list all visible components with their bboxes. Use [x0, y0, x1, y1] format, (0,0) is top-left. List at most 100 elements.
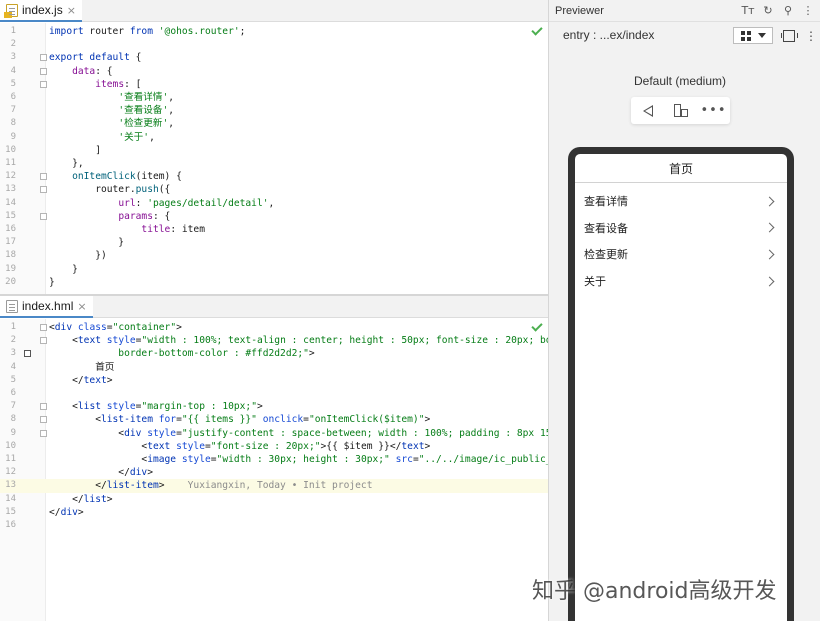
code-line[interactable]: 1 import router from '@ohos.router';: [0, 25, 548, 38]
tab-label: index.hml: [22, 299, 74, 313]
code-text: </text>: [49, 374, 113, 386]
code-line[interactable]: 12 </div>: [0, 466, 548, 479]
code-text: <text style="width : 100%; text-align : …: [49, 335, 548, 347]
fold-marker-icon[interactable]: [40, 186, 47, 194]
code-line[interactable]: 20}: [0, 276, 548, 289]
code-text: </list>: [49, 493, 113, 505]
code-line[interactable]: 6: [0, 387, 548, 400]
code-line[interactable]: 5 items: [: [0, 78, 548, 91]
code-line[interactable]: 2: [0, 38, 548, 51]
back-button[interactable]: [639, 102, 657, 120]
code-text: router.push({: [49, 184, 171, 196]
line-number: 9: [10, 131, 16, 142]
line-number: 15: [5, 210, 16, 221]
list-item-view-devices[interactable]: 查看设备: [575, 215, 787, 242]
chevron-right-icon: [764, 196, 775, 207]
code-line[interactable]: 5 </text>: [0, 374, 548, 387]
code-line[interactable]: 16 title: item: [0, 223, 548, 236]
chevron-down-icon: [757, 33, 766, 38]
list-item-label: 查看设备: [584, 221, 628, 235]
line-number: 3: [10, 348, 16, 359]
fold-marker-icon[interactable]: [40, 429, 47, 437]
fold-marker-icon[interactable]: [40, 337, 47, 345]
code-line[interactable]: 7 <list style="margin-top : 10px;">: [0, 400, 548, 413]
line-number: 4: [10, 361, 16, 372]
code-line[interactable]: 4 首页: [0, 361, 548, 374]
code-line[interactable]: 9 <div style="justify-content : space-be…: [0, 427, 548, 440]
code-text: <image style="width : 30px; height : 30p…: [49, 454, 548, 465]
close-tab-icon[interactable]: ×: [77, 300, 86, 313]
refresh-icon[interactable]: ↻: [762, 4, 774, 17]
close-tab-icon[interactable]: ×: [67, 4, 76, 17]
code-line[interactable]: 2 <text style="width : 100%; text-align …: [0, 334, 548, 347]
code-line[interactable]: 11 },: [0, 157, 548, 170]
code-text: }: [49, 276, 55, 288]
list-item-about[interactable]: 关于: [575, 268, 787, 295]
code-area-js[interactable]: 1 import router from '@ohos.router'; 2 3 exp…: [0, 23, 548, 295]
line-number: 15: [5, 506, 16, 517]
device-frame-icon[interactable]: [781, 29, 798, 42]
rotate-button[interactable]: [672, 102, 690, 120]
code-text: data: {: [72, 65, 113, 77]
code-line[interactable]: 15 </div>: [0, 506, 548, 519]
code-line[interactable]: 15 params: {: [0, 210, 548, 223]
code-text: <text style="font-size : 20px;">{{ $item…: [49, 440, 431, 452]
fold-marker-icon[interactable]: [40, 403, 47, 411]
fold-marker-icon[interactable]: [40, 173, 47, 181]
code-text: params: {: [118, 210, 171, 222]
fold-marker-icon[interactable]: [40, 416, 47, 424]
code-line[interactable]: 9 '关于',: [0, 131, 548, 144]
code-line[interactable]: 6 '查看详情',: [0, 91, 548, 104]
code-line[interactable]: 13 </list-item> Yuxiangxin, Today • Init…: [0, 479, 548, 493]
code-text: '关于',: [118, 131, 155, 143]
code-line[interactable]: 4 data: {: [0, 65, 548, 78]
tab-index-hml[interactable]: index.hml ×: [0, 296, 93, 318]
code-area-hml[interactable]: 1 <div class="container"> 2 <text style="w…: [0, 319, 548, 621]
code-text: }: [49, 237, 125, 249]
code-line[interactable]: 3 border-bottom-color : #ffd2d2d2;">: [0, 347, 548, 360]
list-item-view-details[interactable]: 查看详情: [575, 188, 787, 215]
code-line[interactable]: 14 url: 'pages/detail/detail',: [0, 197, 548, 210]
line-number: 9: [10, 427, 16, 438]
fold-marker-icon[interactable]: [40, 80, 47, 88]
code-text: title: item: [141, 224, 205, 235]
layout-select-dropdown[interactable]: [733, 27, 773, 44]
code-text: '查看设备',: [118, 105, 175, 117]
code-line[interactable]: 13 router.push({: [0, 183, 548, 196]
tab-index-js[interactable]: index.js ×: [0, 0, 82, 22]
fold-marker-icon[interactable]: [40, 324, 47, 331]
code-line[interactable]: 12 onItemClick(item) {: [0, 170, 548, 183]
code-line[interactable]: 10 ]: [0, 144, 548, 157]
code-line[interactable]: 19 }: [0, 263, 548, 276]
code-line[interactable]: 10 <text style="font-size : 20px;">{{ $i…: [0, 440, 548, 453]
font-size-icon[interactable]: Tт: [741, 4, 754, 17]
code-text: items: [: [95, 78, 142, 90]
code-text: onItemClick(item) {: [72, 171, 182, 183]
code-line[interactable]: 18 }): [0, 249, 548, 262]
code-line[interactable]: 17 }: [0, 236, 548, 249]
list-item-check-updates[interactable]: 检查更新: [575, 241, 787, 268]
code-line[interactable]: 14 </list>: [0, 493, 548, 506]
fold-marker-icon[interactable]: [40, 212, 47, 220]
overflow-icon[interactable]: ⋮: [805, 29, 817, 43]
more-options-icon[interactable]: ⋮: [802, 4, 814, 17]
code-line[interactable]: 8 '检查更新',: [0, 117, 548, 130]
line-number: 6: [10, 92, 16, 102]
fold-marker-icon[interactable]: [40, 54, 47, 62]
code-text: </div>: [49, 467, 153, 479]
line-number: 10: [5, 144, 16, 155]
code-line[interactable]: 11 <image style="width : 30px; height : …: [0, 453, 548, 466]
preview-controls: ⋮: [733, 27, 817, 44]
fold-marker-icon[interactable]: [40, 67, 47, 75]
code-text: <list style="margin-top : 10px;">: [49, 401, 263, 413]
code-line[interactable]: 3 export default {: [0, 51, 548, 64]
code-line[interactable]: 7 '查看设备',: [0, 104, 548, 117]
more-device-options-button[interactable]: •••: [701, 102, 726, 120]
code-line[interactable]: 1 <div class="container">: [0, 321, 548, 334]
route-label: entry : ...ex/index: [563, 28, 655, 42]
line-number: 1: [10, 26, 16, 36]
code-line[interactable]: 16: [0, 519, 548, 532]
code-line[interactable]: 8 <list-item for="{{ items }}" onclick="…: [0, 413, 548, 426]
bookmark-icon[interactable]: [24, 350, 31, 358]
pin-icon[interactable]: ⚲: [782, 4, 794, 17]
